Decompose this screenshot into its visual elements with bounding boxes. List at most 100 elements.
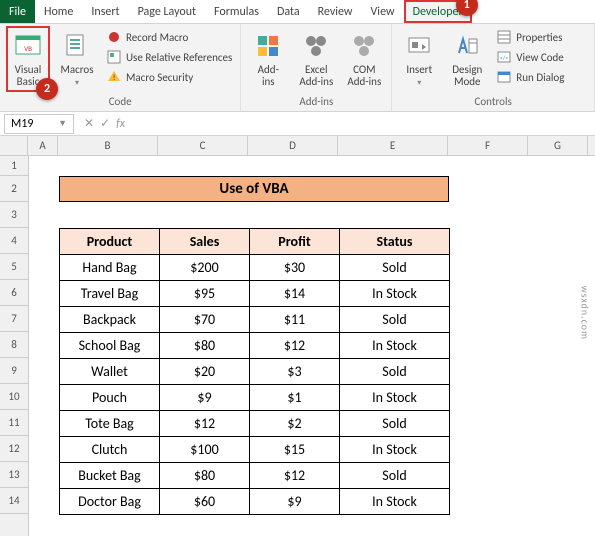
cell-status[interactable]: In Stock — [340, 333, 450, 359]
group-code: VB Visual Basic 2 Macros ▾ Record Macro — [0, 24, 241, 111]
cell-profit[interactable]: $1 — [250, 385, 340, 411]
cell-product[interactable]: Hand Bag — [60, 255, 160, 281]
cell-product[interactable]: Backpack — [60, 307, 160, 333]
run-dialog-button[interactable]: Run Dialog — [494, 68, 566, 86]
svg-text:</>: </> — [500, 54, 508, 62]
column-headers: A B C D E F G — [0, 136, 595, 156]
row-header-13[interactable]: 13 — [0, 462, 28, 488]
col-header-G[interactable]: G — [528, 136, 588, 155]
excel-addins-button[interactable]: Excel Add-ins — [295, 26, 337, 92]
cell-profit[interactable]: $9 — [250, 489, 340, 515]
cell-status[interactable]: In Stock — [340, 489, 450, 515]
cell-profit[interactable]: $15 — [250, 437, 340, 463]
cell-product[interactable]: Doctor Bag — [60, 489, 160, 515]
cell-status[interactable]: Sold — [340, 255, 450, 281]
cell-status[interactable]: Sold — [340, 307, 450, 333]
table-row: Pouch$9$1In Stock — [60, 385, 450, 411]
cell-sales[interactable]: $95 — [160, 281, 250, 307]
record-macro-button[interactable]: Record Macro — [104, 28, 234, 46]
design-mode-icon — [451, 30, 483, 62]
cell-product[interactable]: Bucket Bag — [60, 463, 160, 489]
cell-profit[interactable]: $12 — [250, 333, 340, 359]
cell-profit[interactable]: $3 — [250, 359, 340, 385]
row-header-10[interactable]: 10 — [0, 384, 28, 410]
row-header-4[interactable]: 4 — [0, 228, 28, 254]
select-all-corner[interactable] — [0, 136, 28, 155]
cells-area[interactable]: Use of VBA Product Sales Profit Status H… — [29, 156, 595, 536]
com-addins-button[interactable]: COM Add-ins — [343, 26, 385, 92]
tab-data[interactable]: Data — [268, 0, 309, 23]
tab-formulas[interactable]: Formulas — [205, 0, 268, 23]
tab-review[interactable]: Review — [309, 0, 362, 23]
cell-sales[interactable]: $9 — [160, 385, 250, 411]
cell-sales[interactable]: $70 — [160, 307, 250, 333]
cell-profit[interactable]: $14 — [250, 281, 340, 307]
row-header-7[interactable]: 7 — [0, 306, 28, 332]
cell-sales[interactable]: $80 — [160, 463, 250, 489]
formula-bar: M19▼ ✕ ✓ fx — [0, 112, 595, 136]
col-header-B[interactable]: B — [58, 136, 158, 155]
tab-home[interactable]: Home — [35, 0, 82, 23]
cell-sales[interactable]: $200 — [160, 255, 250, 281]
cell-product[interactable]: Clutch — [60, 437, 160, 463]
cell-status[interactable]: In Stock — [340, 437, 450, 463]
visual-basic-button[interactable]: VB Visual Basic 2 — [6, 26, 50, 92]
cell-sales[interactable]: $80 — [160, 333, 250, 359]
cell-profit[interactable]: $30 — [250, 255, 340, 281]
macro-security-button[interactable]: ! Macro Security — [104, 68, 234, 86]
insert-control-button[interactable]: Insert ▾ — [398, 26, 440, 92]
tab-file[interactable]: File — [0, 0, 35, 23]
cell-sales[interactable]: $100 — [160, 437, 250, 463]
col-header-C[interactable]: C — [158, 136, 248, 155]
cell-profit[interactable]: $11 — [250, 307, 340, 333]
design-mode-button[interactable]: Design Mode — [446, 26, 488, 92]
tab-insert[interactable]: Insert — [82, 0, 128, 23]
row-header-9[interactable]: 9 — [0, 358, 28, 384]
cell-profit[interactable]: $12 — [250, 463, 340, 489]
row-header-5[interactable]: 5 — [0, 254, 28, 280]
cell-sales[interactable]: $12 — [160, 411, 250, 437]
col-header-F[interactable]: F — [448, 136, 528, 155]
cell-product[interactable]: School Bag — [60, 333, 160, 359]
row-header-11[interactable]: 11 — [0, 410, 28, 436]
col-header-E[interactable]: E — [338, 136, 448, 155]
row-header-8[interactable]: 8 — [0, 332, 28, 358]
cell-sales[interactable]: $60 — [160, 489, 250, 515]
svg-text:!: ! — [113, 73, 116, 83]
col-header-D[interactable]: D — [248, 136, 338, 155]
macros-button[interactable]: Macros ▾ — [56, 26, 98, 92]
name-box[interactable]: M19▼ — [4, 114, 74, 134]
cell-product[interactable]: Wallet — [60, 359, 160, 385]
tab-view[interactable]: View — [362, 0, 404, 23]
row-header-3[interactable]: 3 — [0, 202, 28, 228]
fx-icon[interactable]: fx — [116, 117, 125, 131]
name-box-dropdown-icon[interactable]: ▼ — [58, 118, 67, 129]
data-table: Product Sales Profit Status Hand Bag$200… — [59, 228, 450, 515]
row-header-1[interactable]: 1 — [0, 156, 28, 176]
tab-developer[interactable]: Developer 1 — [404, 0, 472, 23]
addins-button[interactable]: Add- ins — [247, 26, 289, 92]
view-code-button[interactable]: </> View Code — [494, 48, 566, 66]
col-header-A[interactable]: A — [28, 136, 58, 155]
cell-product[interactable]: Pouch — [60, 385, 160, 411]
cell-product[interactable]: Tote Bag — [60, 411, 160, 437]
cell-status[interactable]: In Stock — [340, 281, 450, 307]
cell-sales[interactable]: $20 — [160, 359, 250, 385]
properties-button[interactable]: Properties — [494, 28, 566, 46]
tab-page-layout[interactable]: Page Layout — [129, 0, 205, 23]
cell-status[interactable]: Sold — [340, 463, 450, 489]
formula-input[interactable] — [131, 117, 589, 131]
cell-status[interactable]: Sold — [340, 359, 450, 385]
row-header-12[interactable]: 12 — [0, 436, 28, 462]
watermark: wsxdn.com — [578, 286, 591, 340]
ribbon-tabs: File Home Insert Page Layout Formulas Da… — [0, 0, 595, 24]
row-header-6[interactable]: 6 — [0, 280, 28, 306]
row-header-14[interactable]: 14 — [0, 488, 28, 514]
row-header-2[interactable]: 2 — [0, 176, 28, 202]
cell-profit[interactable]: $2 — [250, 411, 340, 437]
cell-status[interactable]: In Stock — [340, 385, 450, 411]
use-relative-button[interactable]: Use Relative References — [104, 48, 234, 66]
table-row: Backpack$70$11Sold — [60, 307, 450, 333]
cell-status[interactable]: Sold — [340, 411, 450, 437]
cell-product[interactable]: Travel Bag — [60, 281, 160, 307]
